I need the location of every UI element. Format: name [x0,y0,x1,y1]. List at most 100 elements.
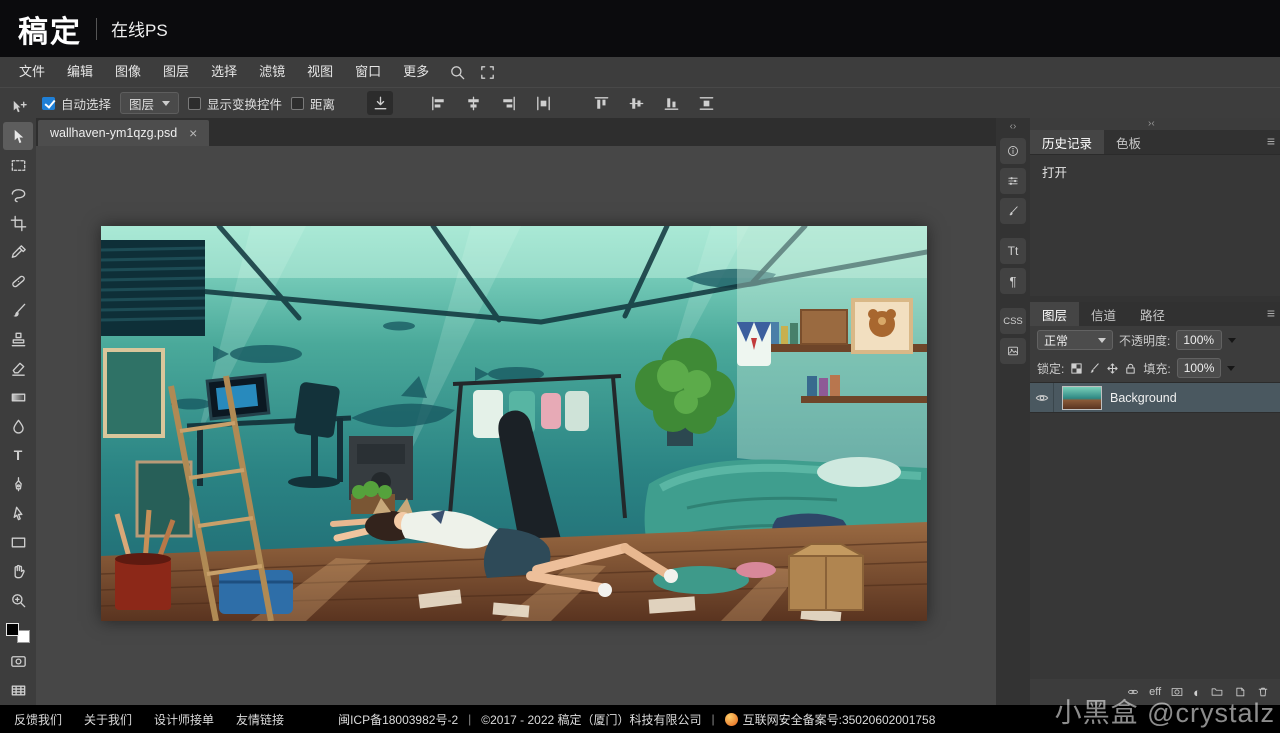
tool-options-bar: 自动选择 图层 显示变换控件 距离 [0,87,1280,118]
tool-crop[interactable] [3,209,33,237]
grid-icon [11,685,25,695]
css-panel-button[interactable]: CSS [1000,308,1026,334]
footer-link-friends[interactable]: 友情链接 [236,711,284,728]
tool-heal[interactable] [3,267,33,295]
align-right-button[interactable] [495,91,521,115]
align-bottom-button[interactable] [658,91,684,115]
tool-path-select[interactable] [3,499,33,527]
paragraph-panel-button[interactable]: ¶ [1000,268,1026,294]
foreground-color-swatch[interactable] [6,623,19,636]
menu-select[interactable]: 选择 [200,57,248,87]
lock-paint-icon[interactable] [1088,362,1101,375]
image-panel-button[interactable] [1000,338,1026,364]
tab-paths[interactable]: 路径 [1128,302,1177,326]
tool-screenshot[interactable] [3,647,33,675]
fill-caret-icon[interactable] [1226,365,1235,371]
tab-swatches[interactable]: 色板 [1104,130,1153,154]
panel-collapse-icon[interactable]: ›‹ [1148,118,1155,129]
layer-thumbnail[interactable] [1062,385,1102,410]
tool-zoom[interactable] [3,586,33,614]
menu-layer[interactable]: 图层 [152,57,200,87]
align-left-button[interactable] [425,91,451,115]
align-center-h-button[interactable] [460,91,486,115]
menu-edit[interactable]: 编辑 [56,57,104,87]
auto-select-checkbox[interactable] [42,96,55,110]
info-panel-button[interactable] [1000,138,1026,164]
menu-more[interactable]: 更多 [392,57,440,87]
tool-move[interactable] [3,93,33,121]
canvas-document[interactable] [101,226,927,621]
tab-channels[interactable]: 信道 [1079,302,1128,326]
distance-group[interactable]: 距离 [291,94,335,113]
menu-search-button[interactable] [444,60,470,84]
tab-layers[interactable]: 图层 [1030,302,1080,326]
align-center-v-button[interactable] [623,91,649,115]
blend-opacity-row: 正常 不透明度: 100% [1030,326,1280,354]
app-window: 稿定 在线PS 文件 编辑 图像 图层 选择 滤镜 视图 窗口 更多 自动选择 … [0,0,1280,733]
tool-hand[interactable] [3,557,33,585]
menu-view[interactable]: 视图 [296,57,344,87]
show-transform-group[interactable]: 显示变换控件 [188,94,282,113]
history-panel-menu-icon[interactable]: ≡ [1267,133,1275,149]
opacity-input[interactable]: 100% [1176,330,1223,350]
download-button[interactable] [367,91,394,115]
layer-row-background[interactable]: Background [1030,383,1280,413]
adjustments-panel-button[interactable] [1000,168,1026,194]
tool-eraser[interactable] [3,354,33,382]
blend-mode-select[interactable]: 正常 [1037,330,1113,350]
bandage-icon [11,275,25,287]
distribute-v-button[interactable] [693,91,719,115]
history-entry-open[interactable]: 打开 [1030,155,1280,188]
tool-type[interactable]: T [3,441,33,469]
align-top-button[interactable] [588,91,614,115]
panel-collapse-bar: ›‹ [1030,118,1280,130]
menu-filter[interactable]: 滤镜 [248,57,296,87]
close-tab-icon[interactable]: × [189,126,197,140]
auto-select-group[interactable]: 自动选择 [42,94,111,113]
text-styles-panel-button[interactable]: Tt [1000,238,1026,264]
brush-settings-button[interactable] [1000,198,1026,224]
type-tool-icon: T [13,447,23,463]
lock-transparency-icon[interactable] [1070,362,1083,375]
lock-all-icon[interactable] [1124,362,1137,375]
tool-stamp[interactable] [3,325,33,353]
footer-link-feedback[interactable]: 反馈我们 [14,711,62,728]
footer-link-designer[interactable]: 设计师接单 [154,711,214,728]
tool-shape[interactable] [3,528,33,556]
tool-lasso[interactable] [3,180,33,208]
fullscreen-button[interactable] [474,60,500,84]
tool-marquee[interactable] [3,151,33,179]
menu-file[interactable]: 文件 [8,57,56,87]
distance-checkbox[interactable] [291,96,305,110]
hand-icon [14,564,25,578]
tool-gradient[interactable] [3,383,33,411]
distribute-h-button[interactable] [530,91,556,115]
tool-pen[interactable] [3,470,33,498]
fill-input[interactable]: 100% [1176,358,1221,378]
layer-visibility-toggle[interactable] [1030,383,1054,412]
layers-panel-menu-icon[interactable]: ≡ [1267,305,1275,321]
lock-label: 锁定: [1037,361,1065,376]
tool-grid[interactable] [3,676,33,704]
menu-window[interactable]: 窗口 [344,57,392,87]
opacity-caret-icon[interactable] [1228,337,1237,343]
document-tab-title: wallhaven-ym1qzg.psd [50,126,178,140]
tool-blur[interactable] [3,412,33,440]
target-dropdown[interactable]: 图层 [120,92,180,114]
strip-collapse-icon[interactable]: ‹› [1010,120,1017,134]
show-transform-checkbox[interactable] [188,96,202,110]
tab-history[interactable]: 历史记录 [1030,130,1105,154]
eye-icon [1035,394,1048,401]
eraser-icon [11,362,25,376]
color-swatches[interactable] [6,623,30,643]
tool-eyedropper[interactable] [3,238,33,266]
menu-image[interactable]: 图像 [104,57,152,87]
eyedropper-icon [11,244,26,258]
layers-panel-tabs: 图层 信道 路径 ≡ [1030,302,1280,326]
document-tab[interactable]: wallhaven-ym1qzg.psd × [38,120,210,146]
footer-link-about[interactable]: 关于我们 [84,711,132,728]
tool-select[interactable] [3,122,33,150]
canvas-area [36,146,996,705]
tool-brush[interactable] [3,296,33,324]
lock-position-icon[interactable] [1106,362,1119,375]
